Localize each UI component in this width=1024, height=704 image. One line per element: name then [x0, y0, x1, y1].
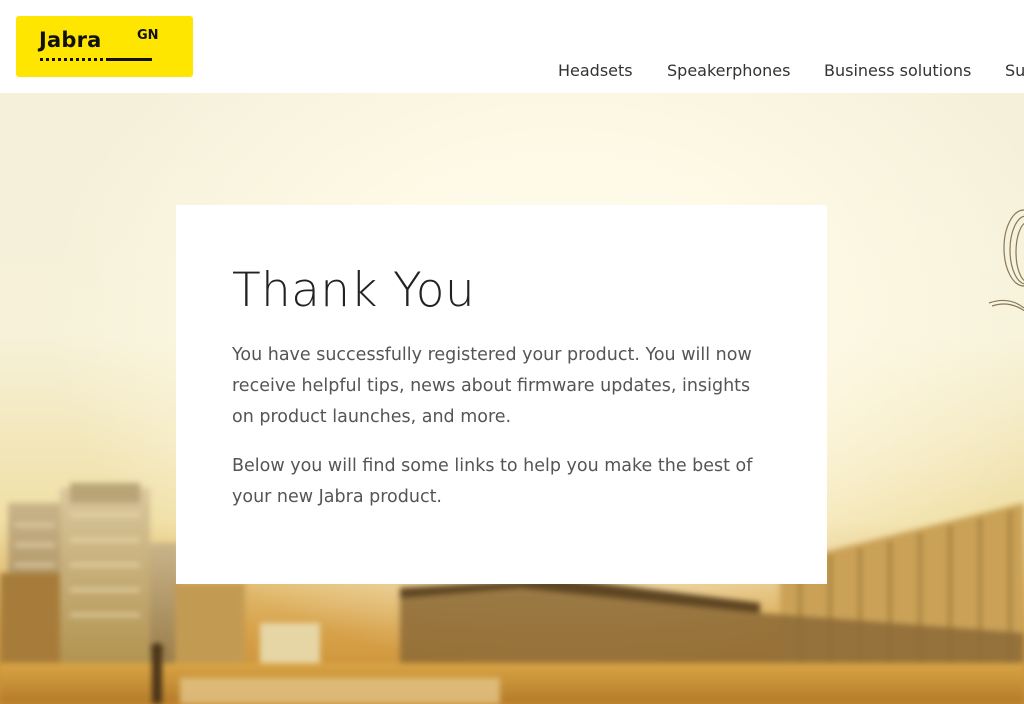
- nav-item-business-solutions[interactable]: Business solutions: [824, 61, 971, 80]
- main-navigation: Headsets Speakerphones Business solution…: [0, 61, 1024, 83]
- confirmation-message: You have successfully registered your pr…: [232, 345, 752, 427]
- headset-cable-image: [988, 209, 1024, 312]
- links-intro-text: Below you will find some links to help y…: [232, 456, 753, 507]
- site-header: Jabra GN Headsets Speakerphones Business…: [0, 0, 1024, 93]
- logo-wordmark: Jabra: [39, 28, 102, 52]
- nav-item-support[interactable]: Su: [1005, 61, 1024, 80]
- logo-gn-mark: GN: [137, 28, 159, 43]
- nav-item-speakerphones[interactable]: Speakerphones: [667, 61, 790, 80]
- page-title: Thank You: [232, 263, 475, 318]
- nav-item-headsets[interactable]: Headsets: [558, 61, 633, 80]
- thank-you-card: Thank You You have successfully register…: [176, 205, 827, 584]
